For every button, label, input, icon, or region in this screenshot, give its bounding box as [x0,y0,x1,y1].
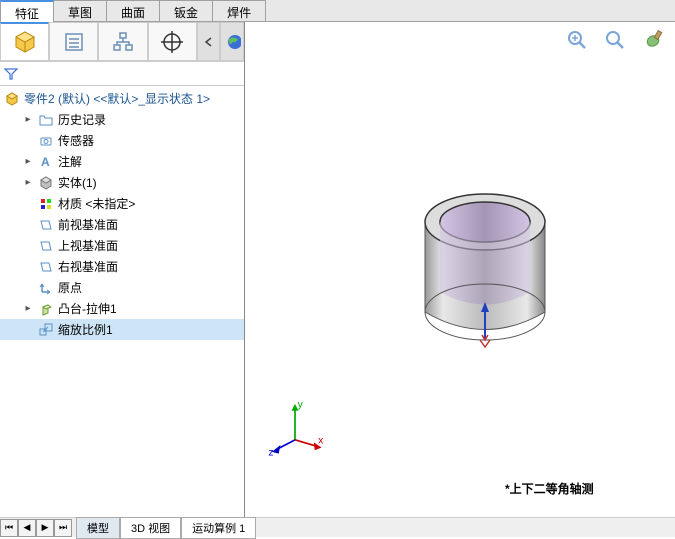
bottom-tab-model[interactable]: 模型 [76,517,120,539]
plane-icon [38,217,54,233]
tree-label: 材质 <未指定> [58,195,135,212]
tree-root[interactable]: 零件2 (默认) <<默认>_显示状态 1> [0,88,244,109]
hierarchy-icon [112,31,134,53]
svg-text:z: z [268,447,273,457]
crosshair-icon [160,30,184,54]
tree-label: 实体(1) [58,174,97,191]
tab-weldment[interactable]: 焊件 [212,0,266,21]
tab-nav-prev[interactable]: ◀ [18,519,36,537]
annotation-icon: A [38,154,54,170]
panel-tab-overflow-left[interactable] [197,22,221,61]
view-orientation-label: *上下二等角轴测 [505,480,594,497]
tree-item-material[interactable]: 材质 <未指定> [0,193,244,214]
folder-icon [38,112,54,128]
tree-root-label: 零件2 (默认) <<默认>_显示状态 1> [24,90,210,107]
material-icon [38,196,54,212]
scale-icon [38,322,54,338]
tree-item-origin[interactable]: 原点 [0,277,244,298]
bottom-tab-3dview[interactable]: 3D 视图 [120,517,181,539]
tree-label: 上视基准面 [58,237,118,254]
tab-nav-first[interactable]: ⏮ [0,519,18,537]
tree-item-front-plane[interactable]: 前视基准面 [0,214,244,235]
zoom-fit-icon [565,28,589,52]
svg-text:x: x [318,435,324,446]
view-toolbar [563,26,667,54]
tree-item-history[interactable]: ▸ 历史记录 [0,109,244,130]
telescope-icon [640,27,666,53]
expand-icon[interactable]: ▸ [22,303,34,315]
tree-label: 凸台-拉伸1 [58,300,117,317]
expand-icon[interactable]: ▸ [22,177,34,189]
cube-icon [12,29,38,55]
panel-tab-property[interactable] [49,22,98,61]
model-preview [405,172,565,362]
tree-label: 历史记录 [58,111,106,128]
tree-item-extrude[interactable]: ▸ 凸台-拉伸1 [0,298,244,319]
tree-label: 右视基准面 [58,258,118,275]
zoom-area-icon [603,28,627,52]
tab-sheetmetal[interactable]: 钣金 [159,0,213,21]
tab-nav-last[interactable]: ⏭ [54,519,72,537]
solid-icon [38,175,54,191]
list-icon [63,31,85,53]
svg-text:y: y [298,399,304,410]
zoom-fit-button[interactable] [563,26,591,54]
feature-tree: 零件2 (默认) <<默认>_显示状态 1> ▸ 历史记录 传感器 ▸ A 注解… [0,86,244,517]
expand-icon[interactable]: ▸ [22,156,34,168]
plane-icon [38,238,54,254]
part-icon [4,91,20,107]
svg-text:A: A [41,155,50,169]
zoom-area-button[interactable] [601,26,629,54]
bottom-tab-motion[interactable]: 运动算例 1 [181,517,256,539]
tab-surface[interactable]: 曲面 [106,0,160,21]
panel-tab-overflow-right[interactable] [220,22,244,61]
tab-feature[interactable]: 特征 [0,0,54,21]
tree-label: 原点 [58,279,82,296]
funnel-icon[interactable] [2,65,20,83]
filter-bar [0,62,244,86]
tree-item-scale[interactable]: 缩放比例1 [0,319,244,340]
tree-label: 缩放比例1 [58,321,113,338]
plane-icon [38,259,54,275]
tree-item-annotations[interactable]: ▸ A 注解 [0,151,244,172]
panel-tab-feature-tree[interactable] [0,22,49,61]
tree-item-top-plane[interactable]: 上视基准面 [0,235,244,256]
ribbon-tabs: 特征 草图 曲面 钣金 焊件 [0,0,675,22]
tree-item-solids[interactable]: ▸ 实体(1) [0,172,244,193]
view-orientation-button[interactable] [639,26,667,54]
sensor-icon [38,133,54,149]
bottom-tab-bar: ⏮ ◀ ▶ ⏭ 模型 3D 视图 运动算例 1 [0,517,675,537]
tree-label: 注解 [58,153,82,170]
tree-label: 前视基准面 [58,216,118,233]
tab-nav-next[interactable]: ▶ [36,519,54,537]
tree-label: 传感器 [58,132,94,149]
tab-sketch[interactable]: 草图 [53,0,107,21]
origin-icon [38,280,54,296]
globe-partial-icon [223,33,241,51]
3d-viewport[interactable]: y x z *上下二等角轴测 [245,22,675,517]
panel-tab-dimxpert[interactable] [148,22,197,61]
panel-tab-strip [0,22,244,62]
view-triad[interactable]: y x z [265,397,325,457]
tree-item-sensors[interactable]: 传感器 [0,130,244,151]
extrude-icon [38,301,54,317]
tree-item-right-plane[interactable]: 右视基准面 [0,256,244,277]
panel-tab-config[interactable] [98,22,147,61]
feature-manager-panel: 零件2 (默认) <<默认>_显示状态 1> ▸ 历史记录 传感器 ▸ A 注解… [0,22,245,517]
expand-icon[interactable]: ▸ [22,114,34,126]
